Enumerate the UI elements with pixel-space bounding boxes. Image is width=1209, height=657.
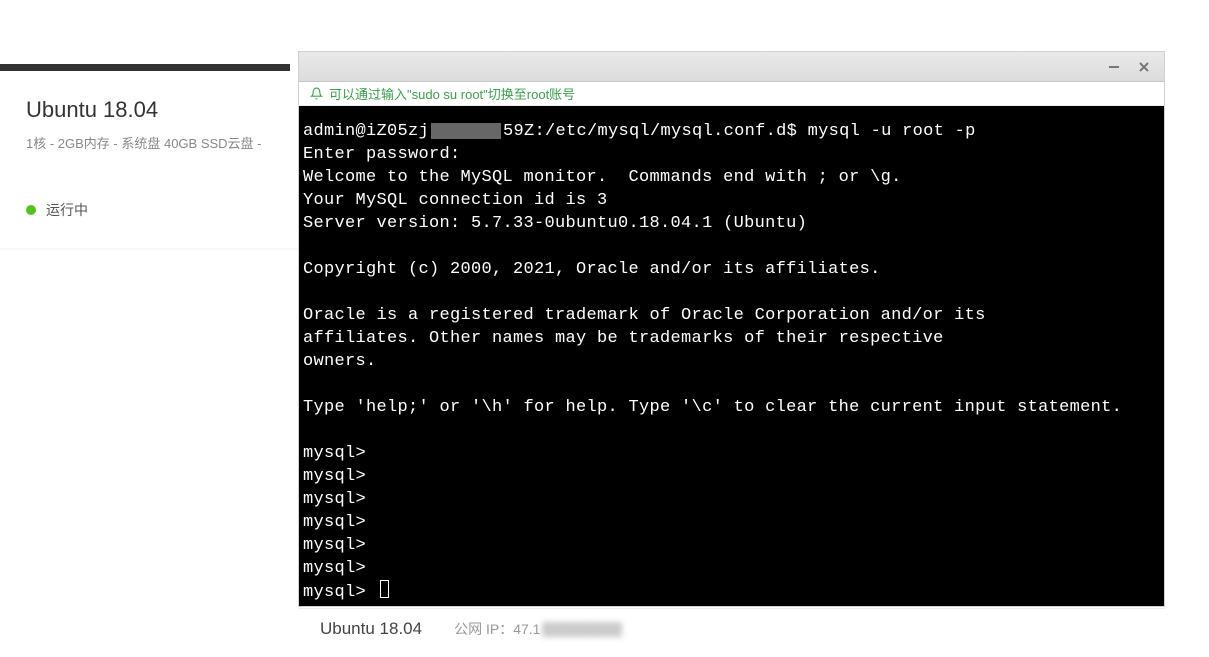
terminal-line [303, 419, 1160, 442]
terminal-line: Copyright (c) 2000, 2021, Oracle and/or … [303, 258, 1160, 281]
window-titlebar [299, 52, 1164, 82]
terminal-line: Type 'help;' or '\h' for help. Type '\c'… [303, 396, 1160, 419]
redacted-icon [431, 123, 501, 139]
instance-title: Ubuntu 18.04 [26, 97, 272, 123]
terminal-line: mysql> [303, 534, 1160, 557]
cursor-icon [380, 580, 389, 598]
bell-icon [309, 87, 323, 101]
terminal-line: mysql> [303, 580, 1160, 604]
terminal-line: mysql> [303, 442, 1160, 465]
bottom-status-bar: Ubuntu 18.04 公网 IP：47.1 [298, 608, 1165, 648]
bottom-title: Ubuntu 18.04 [320, 619, 422, 639]
terminal-line [303, 281, 1160, 304]
ip-label: 公网 IP： [454, 621, 513, 637]
terminal-line: Enter password: [303, 143, 1160, 166]
status-dot-icon [26, 205, 36, 215]
terminal-line [303, 373, 1160, 396]
terminal-line: Server version: 5.7.33-0ubuntu0.18.04.1 … [303, 212, 1160, 235]
terminal-line: Welcome to the MySQL monitor. Commands e… [303, 166, 1160, 189]
terminal-output[interactable]: admin@iZ05zj59Z:/etc/mysql/mysql.conf.d$… [299, 106, 1164, 606]
terminal-line: owners. [303, 350, 1160, 373]
terminal-line: mysql> [303, 511, 1160, 534]
instance-specs: 1核 - 2GB内存 - 系统盘 40GB SSD云盘 - [26, 133, 272, 152]
terminal-line: mysql> [303, 488, 1160, 511]
terminal-line: admin@iZ05zj59Z:/etc/mysql/mysql.conf.d$… [303, 120, 1160, 143]
terminal-line: Oracle is a registered trademark of Orac… [303, 304, 1160, 327]
terminal-tip-bar: 可以通过输入"sudo su root"切换至root账号 [299, 82, 1164, 106]
ip-redacted-icon [542, 622, 622, 637]
terminal-line: Your MySQL connection id is 3 [303, 189, 1160, 212]
bottom-ip: 公网 IP：47.1 [454, 619, 622, 639]
terminal-line: mysql> [303, 465, 1160, 488]
terminal-tip-text: 可以通过输入"sudo su root"切换至root账号 [329, 84, 575, 103]
close-button[interactable] [1132, 57, 1156, 77]
instance-card[interactable]: Ubuntu 18.04 1核 - 2GB内存 - 系统盘 40GB SSD云盘… [0, 71, 298, 248]
minimize-button[interactable] [1102, 57, 1126, 77]
status-row: 运行中 [26, 200, 272, 220]
terminal-window: 可以通过输入"sudo su root"切换至root账号 admin@iZ05… [298, 51, 1165, 607]
status-text: 运行中 [46, 200, 88, 220]
terminal-line [303, 235, 1160, 258]
sidebar-tab-strip [0, 64, 290, 71]
terminal-line: affiliates. Other names may be trademark… [303, 327, 1160, 350]
ip-prefix: 47.1 [513, 621, 540, 637]
terminal-line: mysql> [303, 557, 1160, 580]
